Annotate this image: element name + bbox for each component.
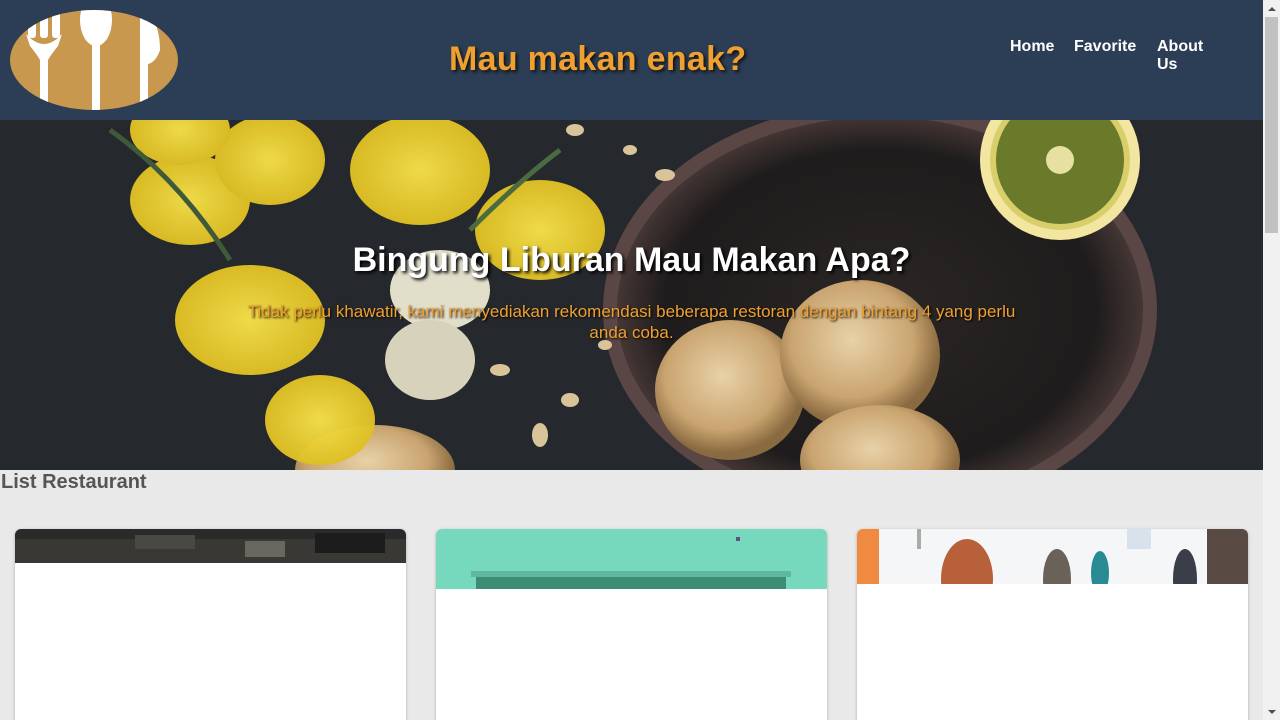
hero-subtitle: Tidak perlu khawatir, kami menyediakan r…: [247, 302, 1016, 342]
scroll-up-icon[interactable]: [1263, 0, 1280, 17]
restaurant-image: [857, 529, 1248, 584]
vertical-scrollbar[interactable]: [1263, 0, 1280, 720]
hero-banner: Bingung Liburan Mau Makan Apa? Tidak per…: [0, 120, 1263, 470]
nav-about-us-link[interactable]: About Us: [1157, 38, 1217, 74]
restaurant-image: [436, 529, 827, 589]
scrollbar-thumb[interactable]: [1265, 17, 1278, 233]
nav-home-link[interactable]: Home: [1010, 38, 1054, 56]
hero-background-image: [0, 120, 1263, 470]
restaurant-card[interactable]: [857, 529, 1248, 720]
restaurant-card[interactable]: [436, 529, 827, 720]
cutlery-logo-icon[interactable]: [10, 10, 178, 110]
site-title: Mau makan enak?: [449, 40, 747, 78]
scroll-down-icon[interactable]: [1263, 703, 1280, 720]
restaurant-card[interactable]: [15, 529, 406, 720]
hero-title: Bingung Liburan Mau Makan Apa?: [352, 241, 911, 279]
page: Mau makan enak? Home Favorite About Us B…: [0, 0, 1263, 720]
restaurant-image: [15, 529, 406, 563]
app-header: Mau makan enak? Home Favorite About Us: [0, 0, 1263, 120]
nav-favorite-link[interactable]: Favorite: [1074, 38, 1136, 56]
list-restaurant-heading: List Restaurant: [1, 471, 147, 493]
